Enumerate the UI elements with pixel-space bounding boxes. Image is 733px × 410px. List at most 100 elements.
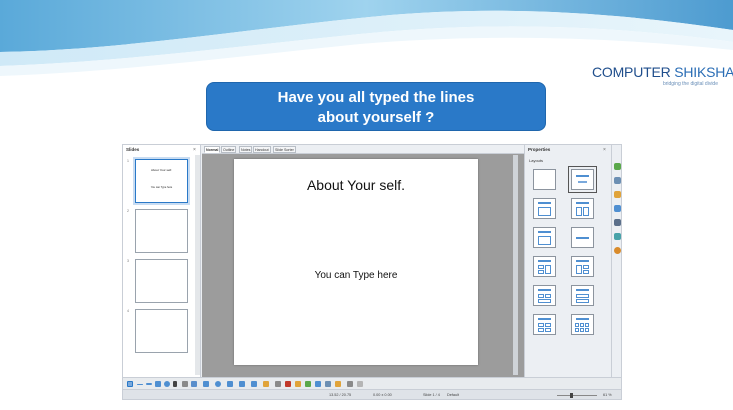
impress-window: Slides × 1 About Your self. You can Type… [122, 144, 622, 400]
layout-title-only[interactable] [533, 227, 556, 248]
layout-shape [576, 265, 582, 274]
master-slides-icon[interactable] [614, 219, 621, 226]
layout-shape [576, 294, 589, 298]
slide-number-1: 1 [127, 159, 129, 163]
layout-title-2content[interactable] [571, 198, 594, 219]
layout-title-content-2content[interactable] [571, 256, 594, 277]
layout-shape [538, 318, 551, 320]
layout-shape [576, 318, 589, 320]
arrange-icon[interactable] [357, 381, 363, 387]
layout-shape [545, 323, 551, 327]
layout-shape [538, 231, 551, 233]
slides-pane-title: Slides [126, 147, 140, 152]
layout-title-2content-content[interactable] [533, 256, 556, 277]
text-tool-icon[interactable] [173, 381, 177, 387]
tab-slide-sorter[interactable]: Slide Sorter [273, 146, 296, 153]
tab-notes[interactable]: Notes [239, 146, 253, 153]
layout-shape [538, 202, 551, 204]
slide-number-3: 3 [127, 259, 129, 263]
layout-shape [538, 207, 551, 216]
slide-title-text[interactable]: About Your self. [234, 177, 478, 193]
layout-shape [576, 202, 589, 204]
curve-tool-icon[interactable] [182, 381, 188, 387]
line-tool-icon[interactable] [137, 384, 143, 385]
editor-vertical-scrollbar[interactable] [513, 155, 518, 375]
tab-outline[interactable]: Outline [221, 146, 237, 153]
slide-thumbnail-3[interactable] [135, 259, 188, 303]
ellipse-tool-icon[interactable] [164, 381, 170, 387]
layout-title-slide[interactable] [568, 166, 597, 193]
layout-shape [580, 328, 584, 332]
zoom-slider-handle[interactable] [570, 393, 573, 398]
layout-shape [538, 289, 551, 291]
logo-text-b: SHIKSHA [670, 64, 733, 80]
styles-icon[interactable] [614, 177, 621, 184]
animation-icon[interactable] [614, 233, 621, 240]
question-banner: Have you all typed the lines about yours… [206, 82, 546, 131]
properties-pane-title: Properties [528, 147, 551, 152]
layout-shape [538, 328, 544, 332]
properties-close-icon[interactable]: × [603, 146, 606, 154]
effects-icon[interactable] [335, 381, 341, 387]
navigator-icon[interactable] [614, 205, 621, 212]
zoom-percent[interactable]: 61 % [603, 393, 612, 397]
cursor-position: 13.52 / 20.75 [329, 393, 352, 397]
layout-blank[interactable] [533, 169, 556, 190]
layout-title-2content-over-content[interactable] [533, 285, 556, 306]
slide-thumbnail-4[interactable] [135, 309, 188, 353]
image-icon[interactable] [295, 381, 301, 387]
chart-icon[interactable] [305, 381, 311, 387]
slide-body-text[interactable]: You can Type here [234, 270, 478, 281]
layout-shape [575, 328, 579, 332]
layout-shape [585, 323, 589, 327]
callouts-icon[interactable] [251, 381, 257, 387]
extrusion-icon[interactable] [325, 381, 331, 387]
properties-icon[interactable] [614, 163, 621, 170]
align-icon[interactable] [347, 381, 353, 387]
points-icon[interactable] [275, 381, 281, 387]
table-icon[interactable] [315, 381, 321, 387]
layout-shape [583, 207, 589, 216]
zoom-slider[interactable] [557, 395, 597, 396]
layout-title-4content[interactable] [533, 314, 556, 335]
slides-pane-close-icon[interactable]: × [193, 146, 196, 154]
slide-thumbnail-2[interactable] [135, 209, 188, 253]
layout-shape [578, 181, 587, 183]
layout-centered-text[interactable] [571, 227, 594, 248]
select-tool-icon[interactable] [127, 381, 133, 387]
tab-handout[interactable]: Handout [253, 146, 271, 153]
current-slide[interactable]: About Your self. You can Type here [234, 159, 478, 365]
fontwork-icon[interactable] [285, 381, 291, 387]
slide-number-4: 4 [127, 309, 129, 313]
layout-shape [585, 328, 589, 332]
rectangle-tool-icon[interactable] [155, 381, 161, 387]
slide-thumbnail-1[interactable]: About Your self. You can Type here [135, 159, 188, 203]
layout-shape [538, 294, 544, 298]
layout-title-content[interactable] [533, 198, 556, 219]
layout-shape [538, 265, 544, 269]
sidebar-deck [611, 145, 621, 377]
layout-title-6content[interactable] [571, 314, 594, 335]
thumb-body: You can Type here [150, 186, 173, 189]
logo-text: COMPUTER SHIKSHA [592, 64, 733, 80]
tab-normal[interactable]: Normal [204, 146, 221, 153]
slides-pane-scrollbar[interactable] [195, 155, 200, 375]
layout-shape [576, 237, 589, 239]
view-tabs: Normal Outline Notes Handout Slide Sorte… [202, 145, 524, 154]
connector-tool-icon[interactable] [191, 381, 197, 387]
symbol-shapes-icon[interactable] [215, 381, 221, 387]
stars-icon[interactable] [263, 381, 269, 387]
layout-title-content-over-content[interactable] [571, 285, 594, 306]
banner-line-1: Have you all typed the lines [277, 89, 475, 106]
object-size: 0.00 x 0.00 [373, 393, 392, 397]
slide-transition-icon[interactable] [614, 247, 621, 254]
layout-shape [545, 328, 551, 332]
drawing-toolbar [123, 377, 621, 389]
block-arrows-icon[interactable] [227, 381, 233, 387]
gallery-icon[interactable] [614, 191, 621, 198]
flowchart-icon[interactable] [239, 381, 245, 387]
basic-shapes-icon[interactable] [203, 381, 209, 387]
slides-pane: Slides × 1 About Your self. You can Type… [123, 145, 201, 377]
arrow-tool-icon[interactable] [146, 383, 152, 385]
properties-pane: Properties × Layouts [524, 145, 611, 377]
